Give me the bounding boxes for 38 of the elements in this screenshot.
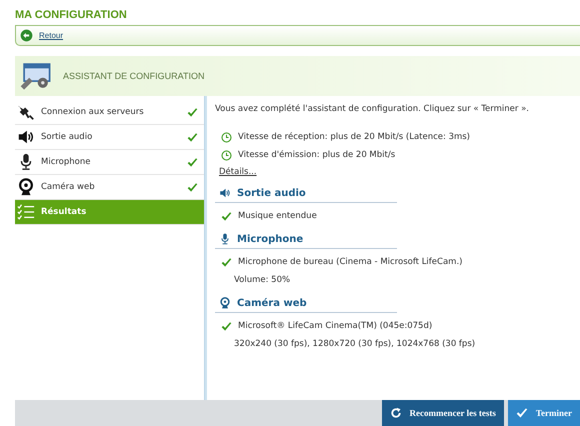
finish-button[interactable]: Terminer [508,400,580,426]
wizard-step[interactable]: Connexion aux serveurs [15,100,204,125]
section-title: Caméra web [237,298,307,308]
webcam-icon [17,178,35,196]
clock-icon [221,132,232,142]
checkmark-icon [221,320,232,332]
intro-text: Vous avez complété l'assistant de configuration. Cliquez sur « Terminer ». [215,104,530,114]
speaker-icon [17,128,35,146]
checklist-icon [17,203,35,221]
result-text: Musique entendue [238,211,317,221]
checkmark-icon [187,182,198,192]
result-text: Microsoft® LifeCam Cinema(TM) (045e:075d) [238,321,432,331]
section-title: Sortie audio [237,188,306,198]
details-link[interactable]: Détails... [219,167,257,177]
checkmark-icon [221,210,232,222]
wizard-step[interactable]: Sortie audio [15,125,204,150]
result-text: Volume: 50% [234,275,290,285]
wizard-step[interactable]: Microphone [15,150,204,175]
checkmark-icon [187,106,198,118]
checkmark-icon [187,132,198,142]
wizard-title: ASSISTANT DE CONFIGURATION [63,71,205,81]
result-text: Vitesse d'émission: plus de 20 Mbit/s [238,150,396,160]
result-text: Vitesse de réception: plus de 20 Mbit/s (Latence: 3ms) [238,132,470,142]
checkmark-icon [187,156,198,168]
section-title: Microphone [237,234,304,244]
clock-icon [221,150,232,160]
speaker-icon [219,187,231,199]
checkmark-icon [516,407,528,419]
config-window-icon [19,61,53,91]
result-text: Microphone de bureau (Cinema - Microsoft LifeCam.) [238,257,462,267]
microphone-icon [219,233,231,245]
refresh-icon [390,407,402,419]
result-text: 320x240 (30 fps), 1280x720 (30 fps), 1024x768 (30 fps) [234,339,476,349]
webcam-icon [219,297,231,309]
back-link[interactable]: Retour [39,31,64,40]
restart-button[interactable]: Recommencer les tests [382,400,504,426]
page-title: MA CONFIGURATION [14,8,128,23]
checkmark-icon [221,256,232,268]
